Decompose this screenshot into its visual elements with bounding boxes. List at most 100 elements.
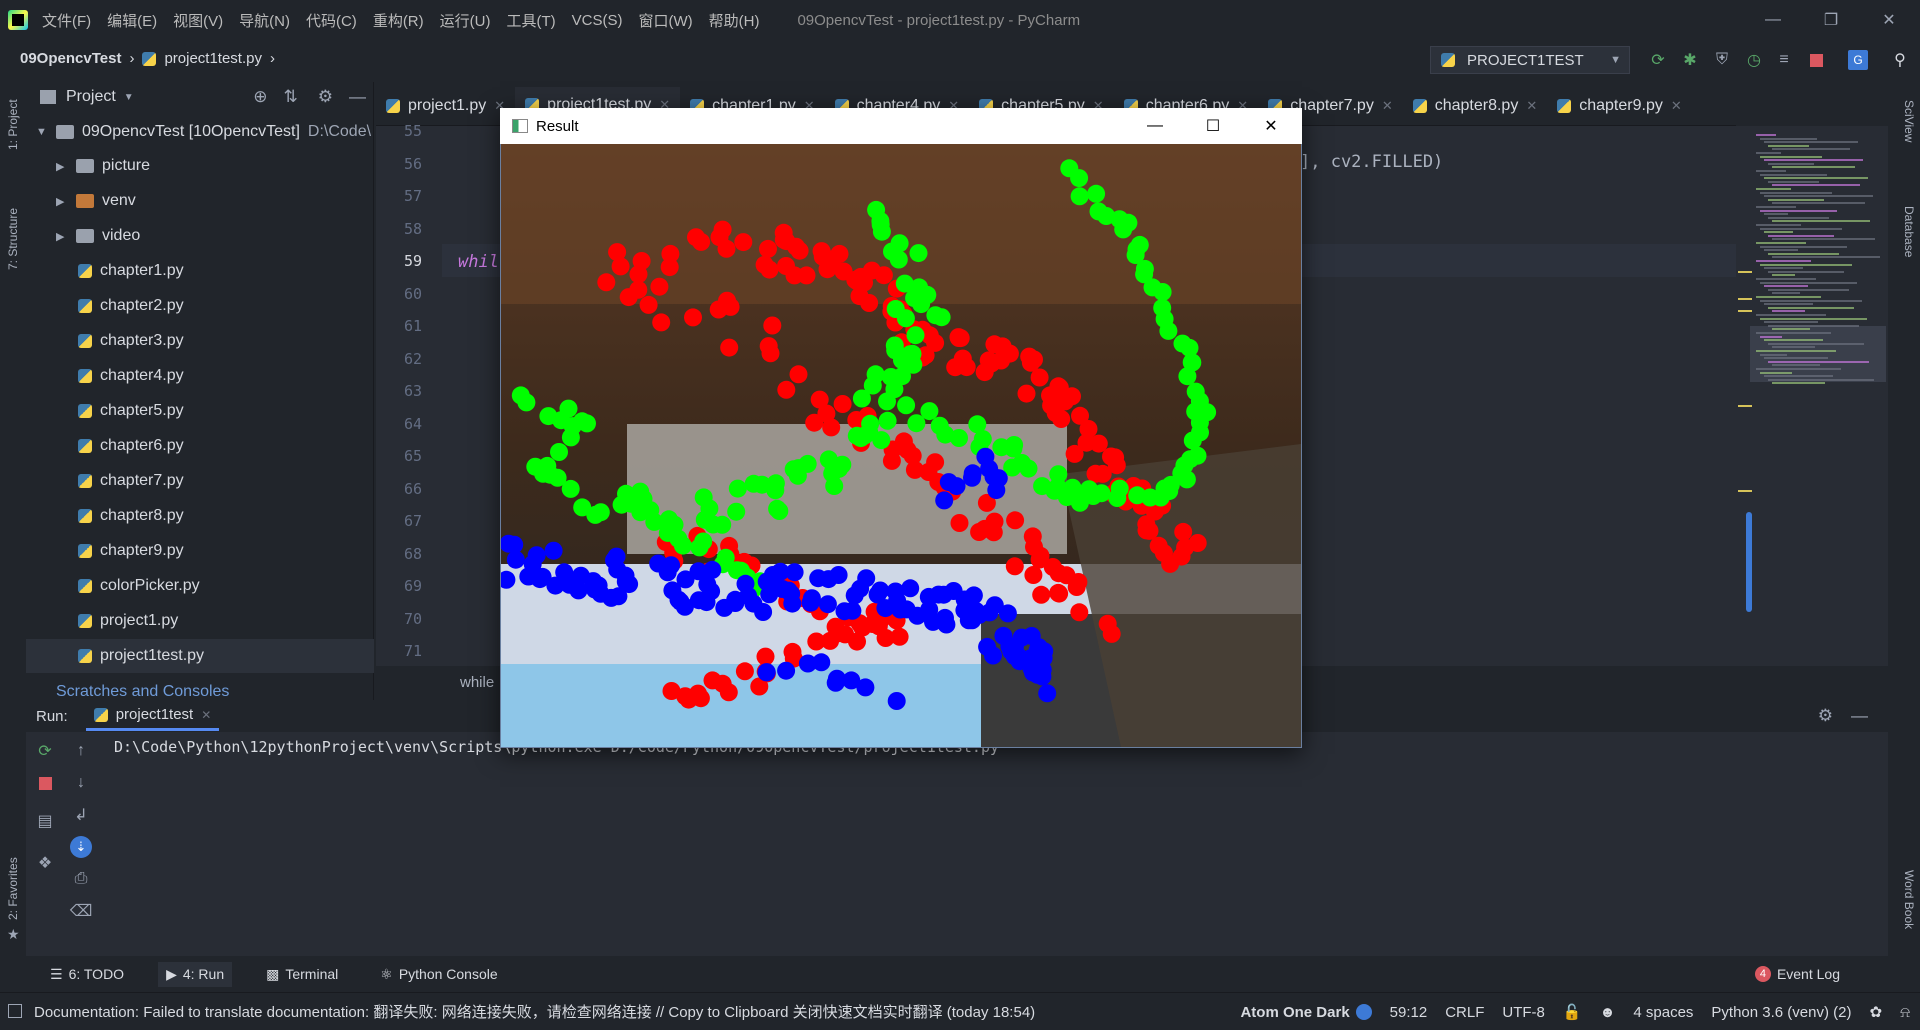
indent-setting[interactable]: 4 spaces bbox=[1633, 1004, 1693, 1021]
scroll-to-end-icon[interactable]: ⇣ bbox=[70, 836, 92, 858]
coverage-icon[interactable]: ⛨ bbox=[1712, 50, 1732, 70]
toggle-tool-windows-icon[interactable] bbox=[8, 1004, 22, 1018]
tool-window-structure[interactable]: 7: Structure bbox=[6, 208, 20, 270]
translate-icon[interactable]: G bbox=[1848, 50, 1868, 70]
notifications-icon[interactable]: ⍾ bbox=[1900, 1004, 1910, 1021]
tool-window-favorites[interactable]: 2: Favorites bbox=[6, 857, 20, 920]
rerun-icon[interactable]: ⟳ bbox=[34, 740, 56, 762]
menu-tools[interactable]: 工具(T) bbox=[506, 10, 555, 31]
collapsed-arrow-icon[interactable]: ▶ bbox=[56, 160, 66, 173]
tab-chapter8[interactable]: chapter8.py ✕ bbox=[1403, 87, 1548, 125]
menu-run[interactable]: 运行(U) bbox=[440, 10, 491, 31]
pin-icon[interactable]: ❖ bbox=[34, 852, 56, 874]
menu-navigate[interactable]: 导航(N) bbox=[239, 10, 290, 31]
collapsed-arrow-icon[interactable]: ▶ bbox=[56, 230, 66, 243]
tree-file[interactable]: chapter1.py bbox=[26, 254, 374, 288]
caret-position[interactable]: 59:12 bbox=[1390, 1004, 1428, 1021]
gear-icon[interactable]: ⚙ bbox=[318, 87, 333, 107]
tree-root[interactable]: ▼ 09OpencvTest [10OpencvTest] D:\Code\ bbox=[26, 115, 374, 149]
menu-code[interactable]: 代码(C) bbox=[306, 10, 357, 31]
close-tab-icon[interactable]: ✕ bbox=[1382, 98, 1393, 114]
tree-file[interactable]: chapter8.py bbox=[26, 499, 374, 533]
breadcrumb-file[interactable]: project1test.py bbox=[164, 50, 262, 67]
tab-todo[interactable]: ☰ 6: TODO bbox=[42, 962, 132, 987]
menu-file[interactable]: 文件(F) bbox=[42, 10, 91, 31]
concurrency-icon[interactable]: ≡ bbox=[1774, 50, 1794, 70]
run-tab[interactable]: project1test ✕ bbox=[85, 701, 220, 731]
editor-breadcrumb[interactable]: while bbox=[460, 674, 494, 691]
lock-icon[interactable]: 🔓 bbox=[1563, 1003, 1582, 1021]
tree-file[interactable]: chapter6.py bbox=[26, 429, 374, 463]
tree-file[interactable]: chapter7.py bbox=[26, 464, 374, 498]
layout-icon[interactable]: ▤ bbox=[34, 810, 56, 832]
tree-file[interactable]: chapter2.py bbox=[26, 289, 374, 323]
breadcrumb-project[interactable]: 09OpencvTest bbox=[20, 50, 121, 67]
stop-icon[interactable] bbox=[34, 772, 56, 794]
tool-window-project[interactable]: 1: Project bbox=[6, 99, 20, 150]
tree-folder[interactable]: ▶ video bbox=[26, 219, 374, 253]
up-arrow-icon[interactable]: ↑ bbox=[70, 740, 92, 762]
tool-window-database[interactable]: Database bbox=[1902, 206, 1916, 257]
down-arrow-icon[interactable]: ↓ bbox=[70, 772, 92, 794]
tab-chapter9[interactable]: chapter9.py ✕ bbox=[1547, 87, 1692, 125]
tab-terminal[interactable]: ▩ Terminal bbox=[258, 962, 346, 987]
theme-indicator[interactable]: Atom One Dark bbox=[1240, 1004, 1372, 1021]
tree-file[interactable]: chapter9.py bbox=[26, 534, 374, 568]
minimize-icon[interactable]: — bbox=[1744, 0, 1802, 40]
tree-file[interactable]: colorPicker.py bbox=[26, 569, 374, 603]
close-tab-icon[interactable]: ✕ bbox=[201, 708, 211, 722]
gear-icon[interactable]: ⚙ bbox=[1818, 706, 1833, 726]
tree-scratches[interactable]: Scratches and Consoles bbox=[26, 684, 374, 700]
tree-folder[interactable]: ▶ venv bbox=[26, 184, 374, 218]
result-maximize-icon[interactable]: ☐ bbox=[1184, 108, 1242, 144]
status-message[interactable]: Documentation: Failed to translate docum… bbox=[34, 1001, 1035, 1022]
python-interpreter[interactable]: Python 3.6 (venv) (2) bbox=[1711, 1004, 1851, 1021]
rerun-icon[interactable]: ⟳ bbox=[1648, 50, 1668, 70]
hide-icon[interactable]: — bbox=[1851, 706, 1868, 726]
collapsed-arrow-icon[interactable]: ▶ bbox=[56, 195, 66, 208]
menu-refactor[interactable]: 重构(R) bbox=[373, 10, 424, 31]
scrollbar-thumb[interactable] bbox=[1746, 512, 1752, 612]
expanded-arrow-icon[interactable]: ▼ bbox=[36, 126, 47, 138]
print-icon[interactable]: ⎙ bbox=[70, 868, 92, 890]
paw-icon[interactable]: ✿ bbox=[1869, 1003, 1882, 1021]
inspector-icon[interactable]: ☻ bbox=[1600, 1004, 1616, 1021]
event-log-button[interactable]: 4 Event Log bbox=[1747, 962, 1848, 986]
search-icon[interactable]: ⚲ bbox=[1890, 50, 1910, 70]
menu-window[interactable]: 窗口(W) bbox=[638, 10, 692, 31]
line-separator[interactable]: CRLF bbox=[1445, 1004, 1484, 1021]
tree-file[interactable]: chapter3.py bbox=[26, 324, 374, 358]
tab-run[interactable]: ▶ 4: Run bbox=[158, 961, 233, 987]
menu-help[interactable]: 帮助(H) bbox=[709, 10, 760, 31]
project-panel-title[interactable]: Project bbox=[66, 88, 116, 106]
tool-window-wordbook[interactable]: Word Book bbox=[1902, 870, 1916, 929]
collapse-all-icon[interactable]: ⇅ bbox=[284, 87, 298, 107]
trash-icon[interactable]: ⌫ bbox=[70, 900, 93, 922]
close-tab-icon[interactable]: ✕ bbox=[1526, 98, 1537, 114]
stop-icon[interactable] bbox=[1806, 50, 1826, 70]
close-icon[interactable]: ✕ bbox=[1860, 0, 1918, 40]
tree-folder[interactable]: ▶ picture bbox=[26, 149, 374, 183]
restore-icon[interactable]: ❐ bbox=[1802, 0, 1860, 40]
tab-project1[interactable]: project1.py ✕ bbox=[376, 87, 515, 125]
menu-edit[interactable]: 编辑(E) bbox=[107, 10, 157, 31]
tree-file[interactable]: project1.py bbox=[26, 604, 374, 638]
result-close-icon[interactable]: ✕ bbox=[1242, 108, 1300, 144]
locate-icon[interactable]: ⊕ bbox=[253, 87, 267, 107]
result-minimize-icon[interactable]: — bbox=[1126, 108, 1184, 144]
hide-icon[interactable]: — bbox=[349, 87, 366, 107]
tree-file[interactable]: project1test.py bbox=[26, 639, 374, 673]
profile-icon[interactable]: ◷ bbox=[1744, 50, 1764, 70]
debug-icon[interactable]: ✱ bbox=[1680, 50, 1700, 70]
tab-python-console[interactable]: ⚛ Python Console bbox=[372, 962, 505, 987]
soft-wrap-icon[interactable]: ↲ bbox=[70, 804, 92, 826]
tool-window-sciview[interactable]: SciView bbox=[1902, 100, 1916, 142]
menu-view[interactable]: 视图(V) bbox=[173, 10, 223, 31]
tree-file[interactable]: chapter5.py bbox=[26, 394, 374, 428]
run-configuration-select[interactable]: PROJECT1TEST ▼ bbox=[1430, 46, 1630, 74]
close-tab-icon[interactable]: ✕ bbox=[1671, 98, 1682, 114]
tree-file[interactable]: chapter4.py bbox=[26, 359, 374, 393]
menu-vcs[interactable]: VCS(S) bbox=[572, 12, 623, 29]
file-encoding[interactable]: UTF-8 bbox=[1502, 1004, 1545, 1021]
dropdown-arrow-icon[interactable]: ▼ bbox=[124, 92, 134, 103]
